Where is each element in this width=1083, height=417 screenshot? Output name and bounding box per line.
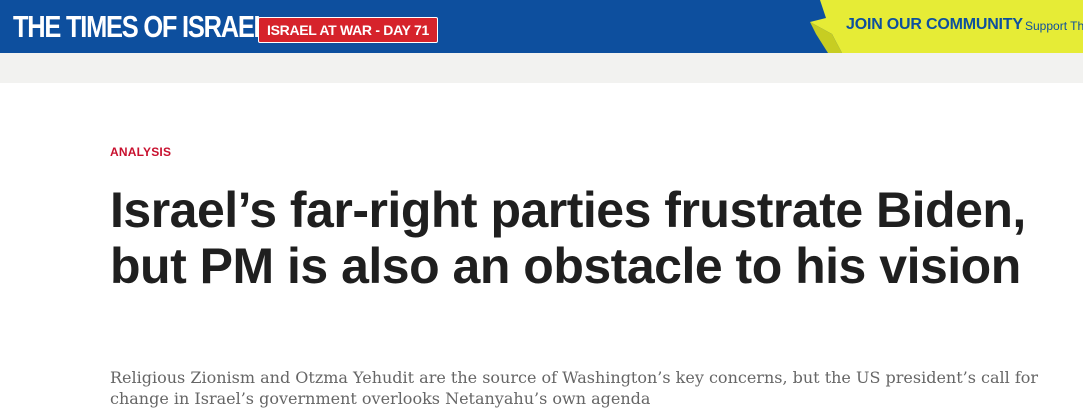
join-community-link[interactable]: JOIN OUR COMMUNITY (846, 16, 1023, 34)
page: THE TIMES OF ISRAEL ISRAEL AT WAR - DAY … (0, 0, 1083, 417)
article-headline: Israel’s far-right parties frustrate Bid… (110, 182, 1026, 294)
site-logo[interactable]: THE TIMES OF ISRAEL (13, 9, 269, 45)
support-link[interactable]: Support Th (1025, 19, 1083, 33)
community-banner[interactable]: JOIN OUR COMMUNITY Support Th (806, 0, 1083, 53)
site-header: THE TIMES OF ISRAEL ISRAEL AT WAR - DAY … (0, 0, 1083, 53)
war-banner-badge[interactable]: ISRAEL AT WAR - DAY 71 (258, 17, 438, 43)
article-category[interactable]: ANALYSIS (110, 145, 171, 159)
secondary-nav-bar (0, 53, 1083, 83)
article-subheadline: Religious Zionism and Otzma Yehudit are … (110, 368, 1039, 408)
